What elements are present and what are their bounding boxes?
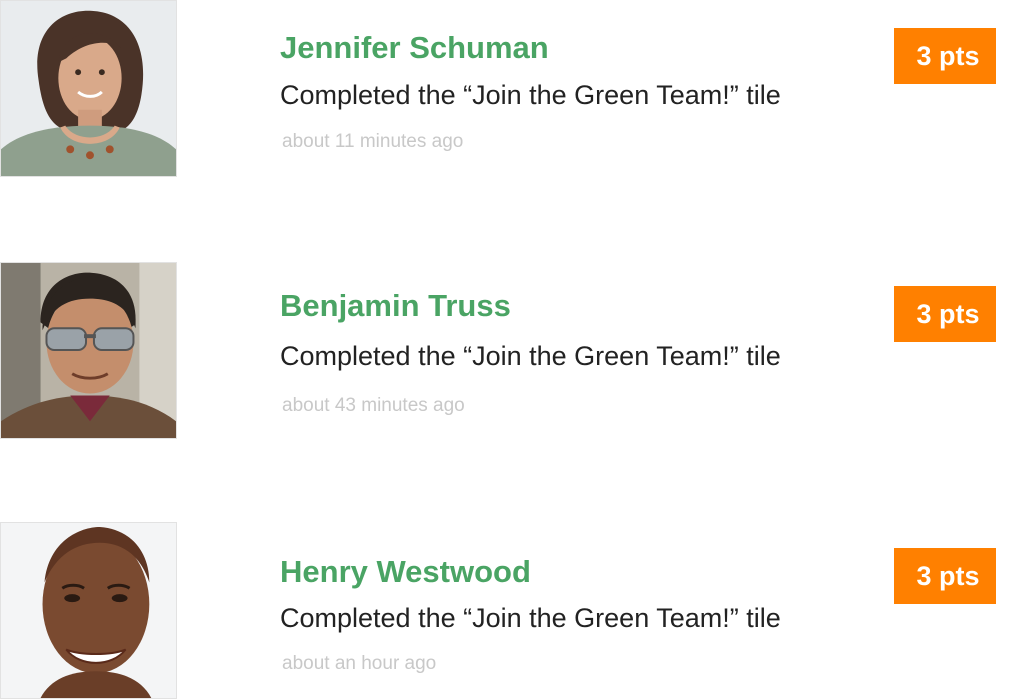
man-sunglasses-portrait-icon [1,263,176,438]
points-badge: 3 pts [894,548,996,604]
woman-portrait-icon [1,1,176,176]
avatar[interactable] [0,522,177,699]
points-badge: 3 pts [894,28,996,84]
activity-text: Completed the “Join the Green Team!” til… [280,341,781,371]
user-name[interactable]: Henry Westwood [280,554,531,590]
user-name[interactable]: Benjamin Truss [280,288,511,324]
avatar[interactable] [0,0,177,177]
activity-text: Completed the “Join the Green Team!” til… [280,603,781,633]
timestamp: about 11 minutes ago [282,131,464,152]
points-badge: 3 pts [894,286,996,342]
avatar[interactable] [0,262,177,439]
smiling-man-portrait-icon [1,523,176,698]
activity-text: Completed the “Join the Green Team!” til… [280,80,781,110]
user-name[interactable]: Jennifer Schuman [280,30,549,66]
timestamp: about an hour ago [282,653,437,674]
timestamp: about 43 minutes ago [282,395,465,416]
